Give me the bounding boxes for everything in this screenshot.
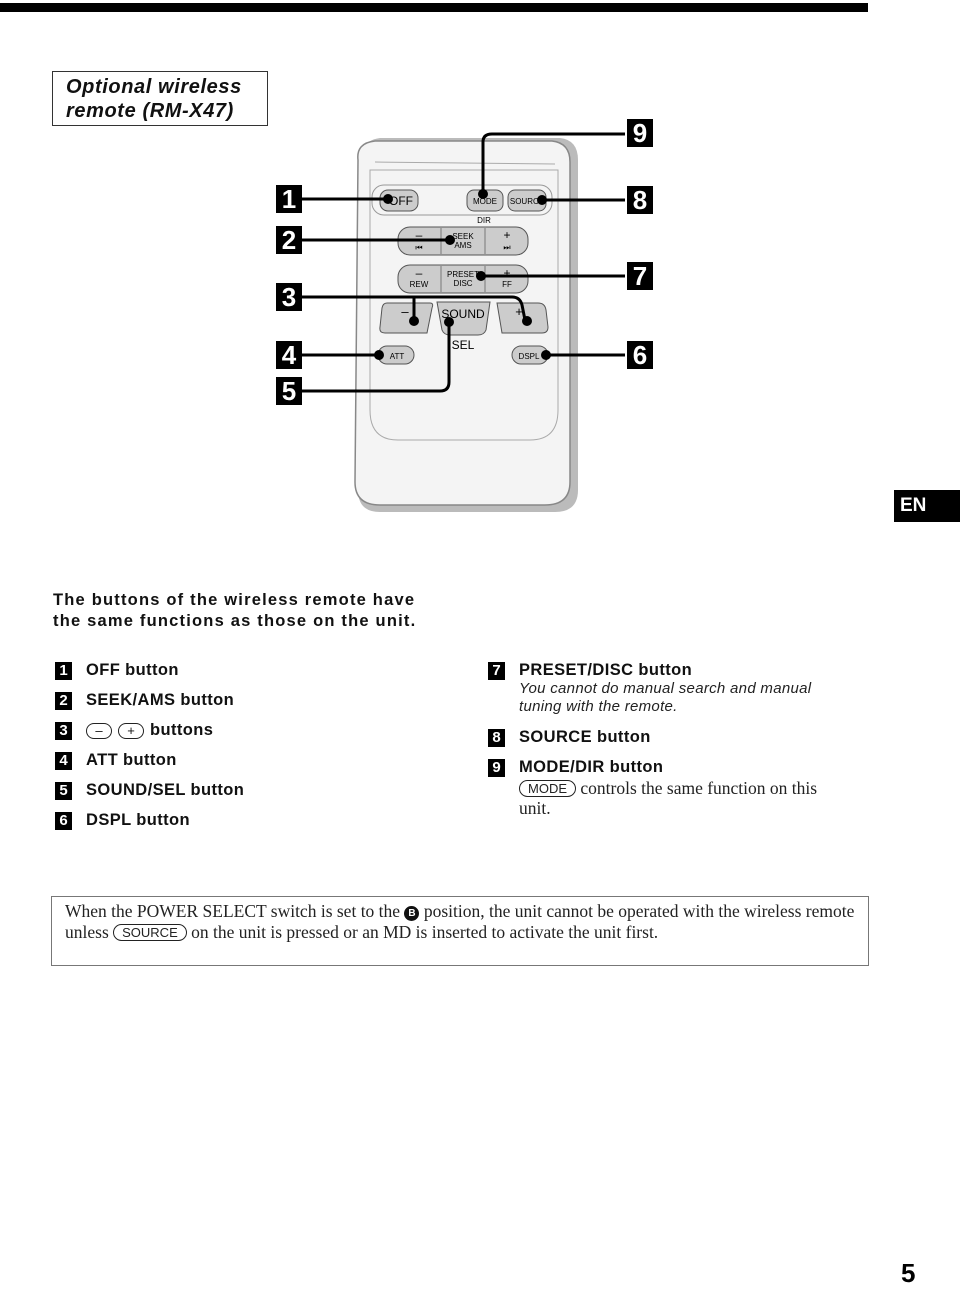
svg-text:AMS: AMS [454,241,471,250]
list-item: 8 SOURCE button [488,728,651,747]
svg-text:+: + [503,228,510,242]
svg-text:SEL: SEL [452,338,475,352]
remote-off-label: OFF [389,194,413,208]
callout-3: 3 [276,283,302,311]
svg-text:–: – [401,304,409,319]
item-number: 2 [55,691,72,710]
item-number: 9 [488,758,505,777]
section-title-line1: Optional wireless [66,76,242,98]
svg-text:+: + [503,266,510,280]
item-number: 3 [55,721,72,740]
svg-text:DIR: DIR [477,216,491,225]
svg-text:DSPL: DSPL [519,352,540,361]
item-number: 7 [488,661,505,680]
mode-key-icon: MODE [519,780,576,798]
page-number: 5 [901,1258,916,1288]
source-key-icon: SOURCE [113,924,187,941]
power-select-notice: When the POWER SELECT switch is set to t… [51,896,869,966]
list-item: 3– + buttons [55,721,213,740]
callout-1: 1 [276,185,302,213]
callout-4: 4 [276,341,302,369]
language-tab: EN [894,490,960,522]
svg-text:DISC: DISC [453,279,472,288]
top-rule [0,3,868,12]
svg-text:PRESET: PRESET [447,270,479,279]
svg-text:ATT: ATT [390,352,405,361]
svg-text:SEEK: SEEK [452,232,474,241]
svg-text:REW: REW [410,280,429,289]
callout-8: 8 [627,186,653,214]
list-item: 4 ATT button [55,751,177,770]
intro-text: The buttons of the wireless remote have … [53,591,417,630]
minus-key-icon: – [86,722,112,739]
list-item: 1 OFF button [55,661,179,680]
item-number: 4 [55,751,72,770]
plus-key-icon: + [118,722,144,739]
item-note: You cannot do manual search and manual t… [519,680,812,716]
item-number: 6 [55,811,72,830]
item-number: 8 [488,728,505,747]
item-number: 5 [55,781,72,800]
item-description: MODE controls the same function on this … [519,778,818,819]
list-item: 7 PRESET/DISC button You cannot do manual… [488,661,811,716]
item-number: 1 [55,661,72,680]
list-item: 6 DSPL button [55,811,190,830]
callout-5: 5 [276,377,302,405]
list-item: 2 SEEK/AMS button [55,691,234,710]
remote-diagram: OFF MODE DIR SOURCE – ⏮ SEEK AMS + ⏭ – R… [300,132,625,512]
position-b-icon: B [404,906,420,921]
list-item: 9 MODE/DIR button MODE controls the same … [488,758,817,818]
svg-text:⏮: ⏮ [415,243,422,252]
list-item: 5 SOUND/SEL button [55,781,244,800]
svg-text:⏭: ⏭ [503,243,510,252]
callout-2: 2 [276,226,302,254]
callout-9: 9 [627,119,653,147]
callout-7: 7 [627,262,653,290]
svg-text:FF: FF [502,280,512,289]
callout-6: 6 [627,341,653,369]
svg-text:–: – [416,266,423,280]
